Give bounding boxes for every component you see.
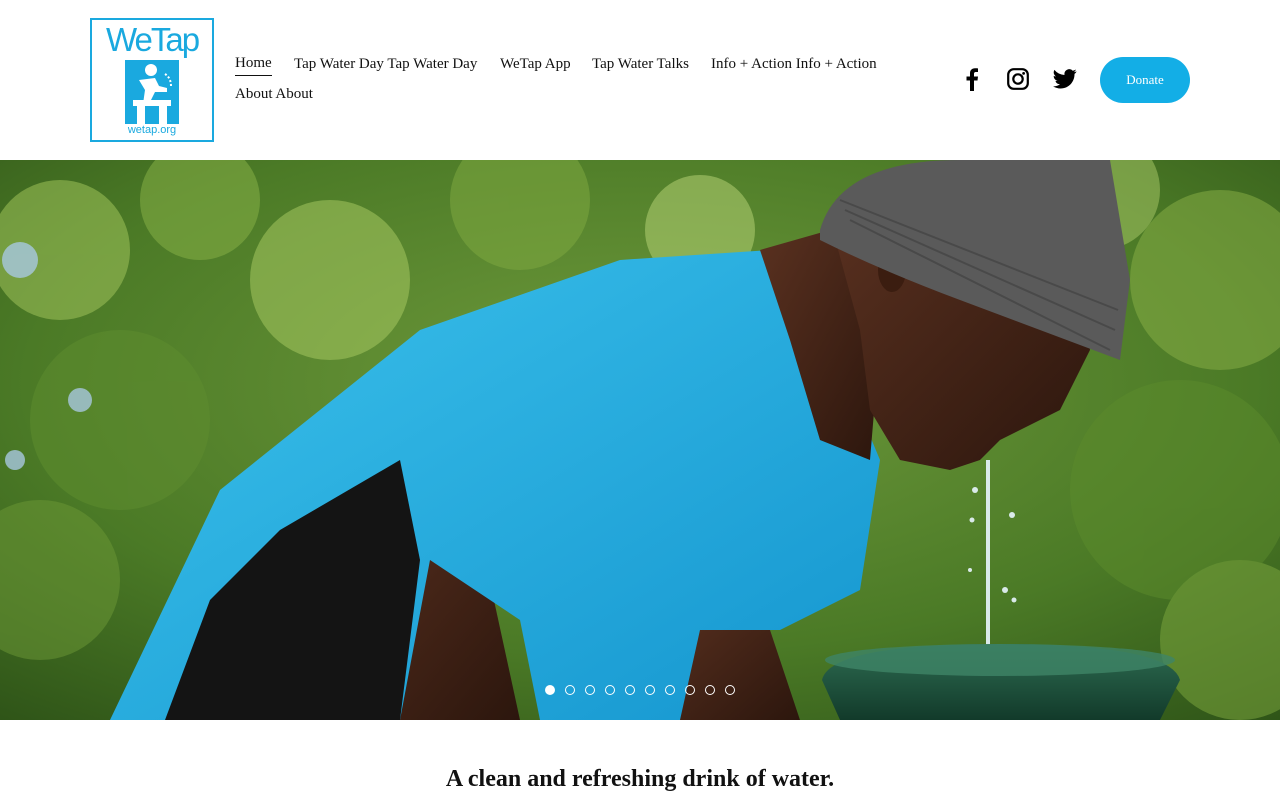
slide-dot[interactable] (605, 685, 615, 695)
slide-dot[interactable] (565, 685, 575, 695)
slide-dot[interactable] (665, 685, 675, 695)
donate-button[interactable]: Donate (1100, 57, 1190, 103)
nav-item-tap-water-day[interactable]: Tap Water Day Tap Water Day (294, 52, 477, 76)
nav-item-info-action[interactable]: Info + Action Info + Action (711, 52, 877, 76)
slide-dot[interactable] (645, 685, 655, 695)
slide-dot[interactable] (725, 685, 735, 695)
instagram-icon[interactable] (1003, 64, 1033, 94)
slide-indicators (545, 685, 745, 695)
nav-item-wetap-app[interactable]: WeTap App (500, 52, 571, 76)
logo-url-text: wetap.org (127, 124, 177, 136)
nav-item-home[interactable]: Home (235, 52, 272, 76)
slide-dot[interactable] (685, 685, 695, 695)
twitter-icon[interactable] (1050, 64, 1080, 94)
slide-dot[interactable] (585, 685, 595, 695)
nav-item-about[interactable]: About About (235, 82, 313, 106)
logo-wordmark: WeTap (105, 21, 200, 58)
hero-photo-man-drinking-from-fountain (0, 160, 1280, 720)
hero-slideshow (0, 160, 1280, 720)
site-header: WeTap wetap.org Home Tap Water Day Tap W… (0, 0, 1280, 160)
drinking-fountain-logo-icon (125, 60, 179, 124)
slide-dot[interactable] (705, 685, 715, 695)
nav-item-tap-water-talks[interactable]: Tap Water Talks (592, 52, 689, 76)
slide-dot[interactable] (625, 685, 635, 695)
wetap-logo[interactable]: WeTap wetap.org (90, 18, 214, 142)
facebook-icon[interactable] (957, 64, 987, 94)
slide-dot[interactable] (545, 685, 555, 695)
tagline-heading: A clean and refreshing drink of water. (445, 766, 835, 792)
